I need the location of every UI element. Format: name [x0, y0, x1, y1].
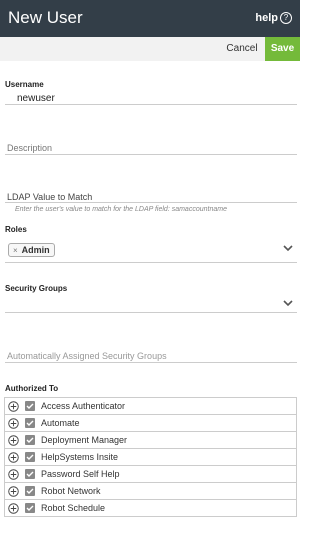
list-item-label: Password Self Help: [41, 469, 120, 479]
app-header: New User help ?: [0, 0, 300, 37]
remove-chip-icon[interactable]: ×: [13, 246, 18, 255]
list-item: Automate: [4, 415, 297, 432]
action-toolbar: Cancel Save: [0, 37, 300, 61]
security-groups-chevron-down-icon[interactable]: [283, 299, 293, 307]
cancel-button[interactable]: Cancel: [220, 37, 264, 61]
ldap-value-input[interactable]: LDAP Value to Match: [7, 192, 92, 202]
expand-plus-icon[interactable]: [8, 502, 19, 514]
checkbox[interactable]: [25, 418, 35, 428]
expand-plus-icon[interactable]: [8, 434, 19, 446]
username-underline: [5, 104, 297, 105]
username-input[interactable]: newuser: [17, 93, 55, 104]
security-groups-label: Security Groups: [5, 284, 68, 293]
save-button[interactable]: Save: [265, 37, 300, 61]
list-item-label: HelpSystems Insite: [41, 452, 119, 462]
checkbox[interactable]: [25, 469, 35, 479]
expand-plus-icon[interactable]: [8, 417, 19, 429]
list-item: Deployment Manager: [4, 432, 297, 449]
username-label: Username: [5, 80, 44, 89]
auto-groups-input: Automatically Assigned Security Groups: [7, 351, 167, 361]
expand-plus-icon[interactable]: [8, 451, 19, 463]
list-item: HelpSystems Insite: [4, 449, 297, 466]
expand-plus-icon[interactable]: [8, 485, 19, 497]
list-item: Robot Network: [4, 483, 297, 500]
question-circle-icon: ?: [280, 12, 292, 24]
expand-plus-icon[interactable]: [8, 400, 19, 412]
list-item-label: Automate: [41, 418, 80, 428]
role-chip-label: Admin: [21, 245, 50, 255]
authorized-to-list: Access Authenticator Automate Deployment…: [4, 397, 297, 517]
ldap-underline: [5, 202, 297, 203]
checkbox[interactable]: [25, 452, 35, 462]
checkbox[interactable]: [25, 486, 35, 496]
ldap-hint: Enter the user's value to match for the …: [15, 206, 227, 213]
page-title: New User: [8, 8, 83, 27]
list-item: Access Authenticator: [4, 398, 297, 415]
description-input[interactable]: Description: [7, 143, 52, 153]
checkbox[interactable]: [25, 435, 35, 445]
expand-plus-icon[interactable]: [8, 468, 19, 480]
security-groups-underline: [5, 312, 297, 313]
authorized-to-label: Authorized To: [5, 384, 59, 393]
list-item: Password Self Help: [4, 466, 297, 483]
roles-chevron-down-icon[interactable]: [283, 244, 293, 252]
checkbox[interactable]: [25, 401, 35, 411]
list-item-label: Robot Network: [41, 486, 101, 496]
help-label: help: [255, 12, 278, 24]
list-item-label: Access Authenticator: [41, 401, 126, 411]
checkbox[interactable]: [25, 503, 35, 513]
roles-label: Roles: [5, 225, 27, 234]
roles-underline: [5, 262, 297, 263]
list-item-label: Deployment Manager: [41, 435, 128, 445]
list-item-label: Robot Schedule: [41, 503, 106, 513]
list-item: Robot Schedule: [4, 500, 297, 517]
role-chip-admin[interactable]: × Admin: [8, 243, 55, 257]
auto-groups-underline: [5, 362, 297, 363]
description-underline: [5, 154, 297, 155]
help-link[interactable]: help ?: [255, 12, 292, 24]
